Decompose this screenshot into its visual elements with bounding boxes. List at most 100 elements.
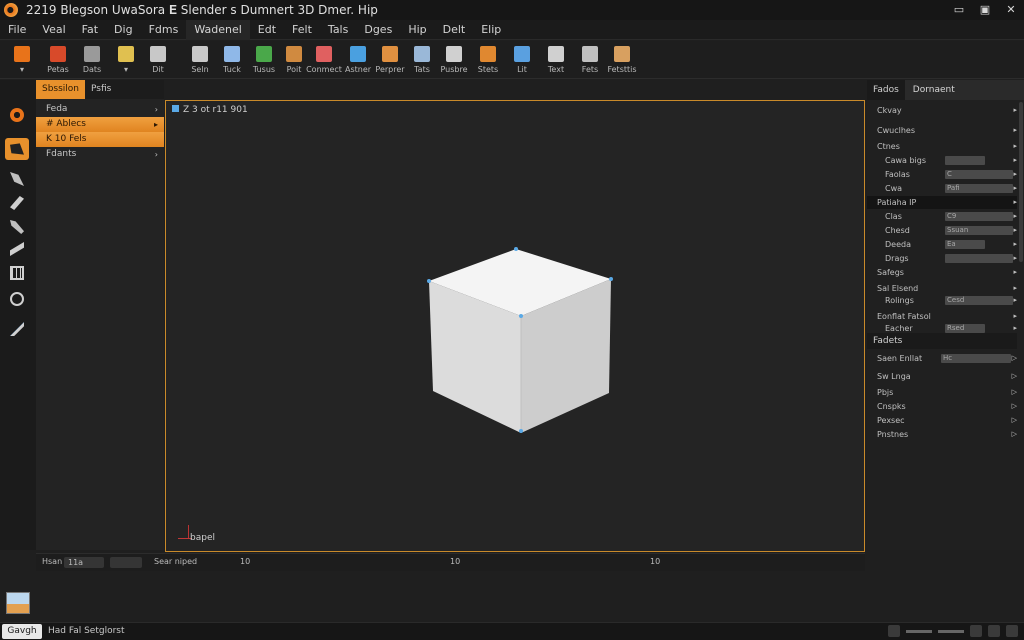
menu-fdms[interactable]: Fdms — [141, 20, 187, 40]
toolbar-tool-button[interactable]: Stets — [470, 44, 506, 78]
image-editor-icon[interactable] — [6, 592, 30, 614]
toolbar-tool-button[interactable]: Dit — [140, 44, 176, 78]
toolbar-tool-button[interactable]: Dats — [74, 44, 110, 78]
toolbar-tool-button[interactable]: Astner — [340, 44, 376, 78]
property-row[interactable]: Saen Enllat Hc ▷ — [867, 352, 1017, 365]
property-row[interactable]: Cnspks ▷ — [867, 400, 1017, 413]
toolbar-tool-button[interactable]: Conmect — [306, 44, 342, 78]
property-row[interactable]: Faolas C ▸ — [867, 168, 1017, 181]
cube-vertex[interactable] — [519, 429, 523, 433]
property-row[interactable]: Pbjs ▷ — [867, 386, 1017, 399]
menu-dig[interactable]: Dig — [106, 20, 141, 40]
property-value-field[interactable] — [945, 254, 1013, 263]
chevron-right-icon: ▸ — [1013, 126, 1017, 134]
property-section-header[interactable]: Ckvay ▸ — [867, 104, 1017, 117]
cube-vertex[interactable] — [514, 247, 518, 251]
menu-veal[interactable]: Veal — [34, 20, 73, 40]
property-row[interactable]: Rolings Cesd ▸ — [867, 294, 1017, 307]
section-header-fadets[interactable]: Fadets — [867, 333, 1017, 349]
property-value-field[interactable]: Hc — [941, 354, 1011, 363]
toolbar-tool-button[interactable]: ▾ — [4, 44, 40, 78]
move-tool-icon[interactable] — [5, 168, 29, 190]
status-fullscreen-icon[interactable] — [1006, 625, 1018, 637]
toolbar-tool-button[interactable]: Text — [538, 44, 574, 78]
tab-sbssilon[interactable]: Sbssilon — [36, 80, 86, 99]
property-row[interactable]: Patiaha IP ▸ — [867, 196, 1017, 209]
blender-tool-icon[interactable] — [5, 104, 29, 126]
annotate-tool-icon[interactable] — [5, 318, 29, 340]
property-row[interactable]: Cwa Pafi ▸ — [867, 182, 1017, 195]
cube-vertex[interactable] — [609, 277, 613, 281]
toolbar-tool-button[interactable]: ▾ — [108, 44, 144, 78]
property-value-field[interactable]: Ssuan — [945, 226, 1013, 235]
tab-psfis[interactable]: Psfis — [85, 80, 117, 99]
toolbar-tool-button[interactable]: Petas — [40, 44, 76, 78]
status-layout-icon[interactable] — [888, 625, 900, 637]
outliner-item[interactable]: Feda › — [36, 102, 164, 117]
status-logo[interactable]: Gavgh — [2, 624, 42, 639]
property-row[interactable]: Pnstnes ▷ — [867, 428, 1017, 441]
property-row[interactable]: Deeda Ea ▸ — [867, 238, 1017, 251]
property-value-field[interactable]: C9 — [945, 212, 1013, 221]
cube-vertex[interactable] — [427, 279, 431, 283]
properties-title[interactable]: Fados — [867, 85, 905, 95]
menu-wadenel[interactable]: Wadenel — [186, 19, 250, 40]
status-grid-icon[interactable] — [970, 625, 982, 637]
3d-viewport[interactable]: Z 3 ot r11 901 bapel — [165, 100, 865, 552]
menu-fat[interactable]: Fat — [74, 20, 106, 40]
properties-tab[interactable]: Dornaent — [904, 80, 1024, 100]
property-row[interactable]: Pexsec ▷ — [867, 414, 1017, 427]
property-section-header[interactable]: Ctnes ▸ — [867, 140, 1017, 153]
property-section-header[interactable]: Cwuclhes ▸ — [867, 124, 1017, 137]
menu-tals[interactable]: Tals — [320, 20, 356, 40]
menu-delt[interactable]: Delt — [435, 20, 474, 40]
timeline-end-field[interactable] — [110, 557, 142, 568]
toolbar-tool-button[interactable]: Tuck — [214, 44, 250, 78]
toolbar-tool-button[interactable]: Perprer — [372, 44, 408, 78]
toolbar-tool-button[interactable]: Pusbre — [436, 44, 472, 78]
property-value-field[interactable]: Cesd — [945, 296, 1013, 305]
property-row[interactable]: Chesd Ssuan ▸ — [867, 224, 1017, 237]
toolbar-tool-label: Petas — [47, 65, 69, 74]
property-value-field[interactable] — [945, 156, 985, 165]
chevron-right-icon: ▸ — [1013, 240, 1017, 248]
search-tool-icon[interactable] — [5, 288, 29, 310]
cube-vertex[interactable] — [519, 314, 523, 318]
close-icon[interactable]: ✕ — [1002, 2, 1020, 18]
outliner-item-selected[interactable]: K 10 Fels — [36, 132, 164, 147]
cube-object[interactable] — [421, 241, 621, 441]
property-section-header[interactable]: Safegs ▸ — [867, 266, 1017, 279]
toolbar-tool-button[interactable]: Fetsttis — [604, 44, 640, 78]
property-label: Faolas — [885, 170, 910, 179]
toolbar-tool-button[interactable]: Seln — [182, 44, 218, 78]
property-value-field[interactable]: Ea — [945, 240, 985, 249]
restore-icon[interactable]: ▣ — [976, 2, 994, 18]
toolbar-tool-button[interactable]: Tats — [404, 44, 440, 78]
minimize-icon[interactable]: ▭ — [950, 2, 968, 18]
outliner-item[interactable]: Fdants › — [36, 147, 164, 162]
property-row[interactable]: Drags ▸ — [867, 252, 1017, 265]
property-row[interactable]: Cawa bigs ▸ — [867, 154, 1017, 167]
property-value-field[interactable]: C — [945, 170, 1013, 179]
properties-scrollbar[interactable] — [1019, 102, 1023, 262]
property-row[interactable]: Sw Lnga ▷ — [867, 370, 1017, 383]
status-settings-icon[interactable] — [988, 625, 1000, 637]
brush-tool-icon[interactable] — [5, 192, 29, 214]
menu-dges[interactable]: Dges — [356, 20, 400, 40]
menu-file[interactable]: File — [0, 20, 34, 40]
menu-edt[interactable]: Edt — [250, 20, 284, 40]
menu-felt[interactable]: Felt — [284, 20, 320, 40]
property-row[interactable]: Clas C9 ▸ — [867, 210, 1017, 223]
outliner-item-selected[interactable]: # Ablecs ▸ — [36, 117, 164, 132]
measure-tool-icon[interactable] — [5, 238, 29, 260]
grid-tool-icon[interactable] — [5, 262, 29, 284]
toolbar-tool-button[interactable]: Fets — [572, 44, 608, 78]
property-value-field[interactable]: Rsed — [945, 324, 985, 333]
menu-elip[interactable]: Elip — [473, 20, 509, 40]
timeline-frame-field[interactable]: 11a — [64, 557, 104, 568]
menu-hip[interactable]: Hip — [400, 20, 434, 40]
property-value-field[interactable]: Pafi — [945, 184, 1013, 193]
select-tool-icon[interactable] — [5, 138, 29, 160]
wrench-tool-icon[interactable] — [5, 216, 29, 238]
toolbar-tool-button[interactable]: Lit — [504, 44, 540, 78]
